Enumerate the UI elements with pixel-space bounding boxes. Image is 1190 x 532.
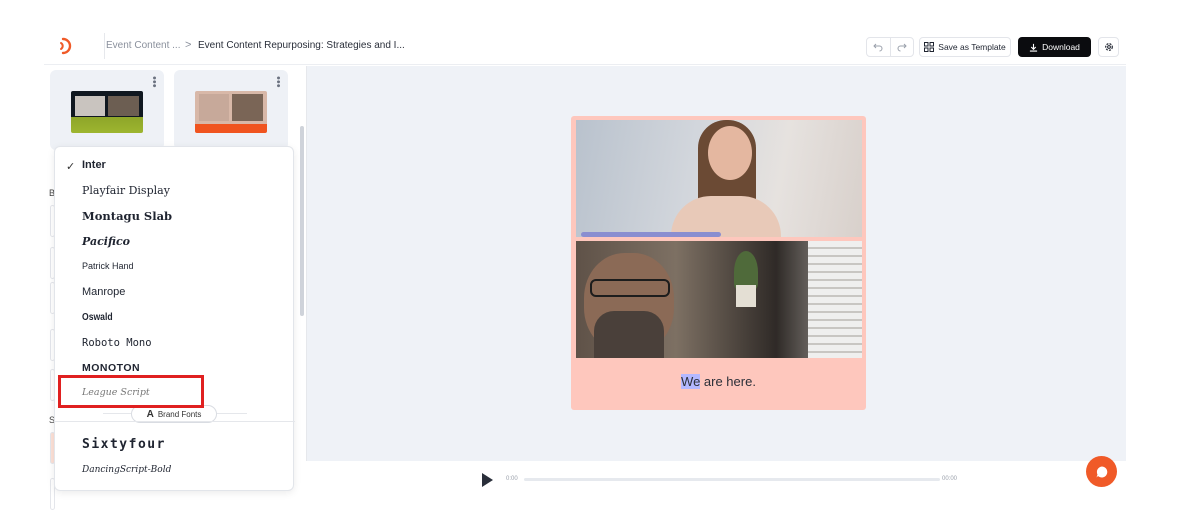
brand-fonts-rule-left bbox=[103, 413, 131, 414]
brand-fonts-label: Brand Fonts bbox=[157, 409, 202, 419]
caption-rest: are here. bbox=[700, 374, 756, 389]
font-option-oswald[interactable]: Oswald bbox=[82, 311, 113, 323]
download-label: Download bbox=[1042, 42, 1080, 52]
font-letter-icon: A bbox=[146, 408, 154, 420]
caption-text[interactable]: We are here. bbox=[571, 374, 866, 389]
annotation-highlight-box bbox=[58, 375, 204, 408]
font-option-dancingscript-bold[interactable]: DancingScript-Bold bbox=[82, 465, 171, 475]
clip-thumbnail-card[interactable]: ••• bbox=[174, 70, 288, 150]
save-as-template-label: Save as Template bbox=[938, 42, 1006, 52]
font-option-inter[interactable]: Inter bbox=[82, 159, 106, 171]
current-time: 0:00 bbox=[506, 476, 518, 482]
brand-fonts-divider bbox=[55, 421, 295, 422]
video-clip-frame[interactable]: We are here. bbox=[571, 116, 866, 410]
speaker-video-bottom bbox=[576, 241, 862, 358]
font-option-montagu-slab[interactable]: Montagu Slab bbox=[82, 209, 172, 223]
undo-icon bbox=[873, 43, 883, 52]
download-button[interactable]: Download bbox=[1018, 37, 1091, 57]
font-option-monoton[interactable]: Monoton bbox=[82, 362, 140, 374]
font-option-playfair-display[interactable]: Playfair Display bbox=[82, 184, 170, 197]
clip-thumbnail-card[interactable]: ••• bbox=[50, 70, 164, 150]
chat-bubble-icon bbox=[1096, 466, 1107, 477]
undo-redo-group bbox=[866, 37, 914, 57]
chat-support-button[interactable] bbox=[1086, 456, 1117, 487]
check-icon: ✓ bbox=[66, 161, 76, 173]
save-as-template-button[interactable]: Save as Template bbox=[919, 37, 1011, 57]
caption-highlight-word: We bbox=[681, 374, 701, 389]
font-option-pacifico[interactable]: Pacifico bbox=[82, 235, 130, 248]
more-options-icon[interactable]: ••• bbox=[272, 76, 284, 88]
logo-icon[interactable] bbox=[54, 36, 74, 56]
gear-icon bbox=[1104, 43, 1113, 51]
timeline-track[interactable] bbox=[524, 478, 940, 481]
editor-app: Event Content ... > Event Content Repurp… bbox=[44, 27, 1126, 510]
font-option-roboto-mono[interactable]: Roboto Mono bbox=[82, 337, 152, 349]
undo-button[interactable] bbox=[867, 38, 890, 56]
top-bar: Event Content ... > Event Content Repurp… bbox=[44, 27, 1126, 65]
brand-fonts-rule-right bbox=[217, 413, 247, 414]
header-divider bbox=[104, 33, 105, 59]
font-option-manrope[interactable]: Manrope bbox=[82, 286, 125, 298]
speaker-video-top bbox=[576, 120, 862, 237]
font-option-sixtyfour[interactable]: Sixtyfour bbox=[82, 437, 166, 452]
download-icon bbox=[1029, 43, 1038, 52]
preview-canvas: We are here. bbox=[306, 66, 1126, 461]
clip-thumbnail-image bbox=[71, 91, 143, 133]
total-time: 00:00 bbox=[942, 476, 958, 482]
clip-thumbnail-image bbox=[195, 91, 267, 133]
more-options-icon[interactable]: ••• bbox=[148, 76, 160, 88]
settings-button[interactable] bbox=[1098, 37, 1119, 57]
breadcrumb-current[interactable]: Event Content Repurposing: Strategies an… bbox=[198, 40, 405, 51]
redo-icon bbox=[897, 43, 907, 52]
redo-button[interactable] bbox=[889, 38, 914, 56]
grid-icon bbox=[924, 42, 935, 52]
breadcrumb-separator: > bbox=[185, 39, 192, 51]
play-icon[interactable] bbox=[482, 473, 493, 487]
breadcrumb-root[interactable]: Event Content ... bbox=[106, 40, 181, 51]
playback-bar: 0:00 00:00 bbox=[306, 461, 1126, 497]
font-option-patrick-hand[interactable]: Patrick Hand bbox=[82, 261, 134, 271]
left-panel-scrollbar[interactable] bbox=[300, 126, 304, 316]
font-dropdown-menu: ✓ Inter Playfair Display Montagu Slab Pa… bbox=[54, 146, 295, 491]
